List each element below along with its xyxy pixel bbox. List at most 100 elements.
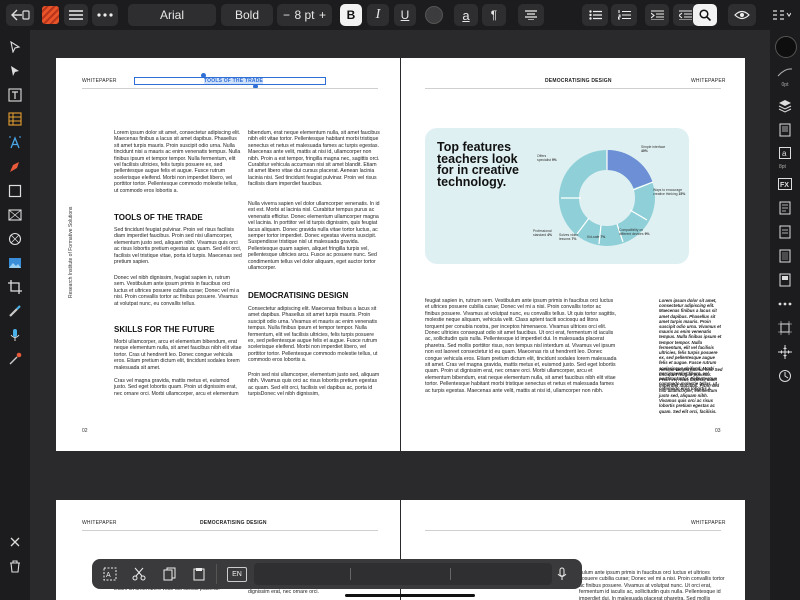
heading-democratising[interactable]: DEMOCRATISING DESIGN <box>248 291 348 300</box>
text-frame-tool[interactable] <box>7 87 23 103</box>
text-styles-panel[interactable] <box>777 200 793 216</box>
header-rule <box>425 88 721 89</box>
bullet-list-button[interactable] <box>582 4 608 26</box>
col1-skills-p2[interactable]: Cras vel magna gravida, mattis metus et,… <box>114 378 242 397</box>
artistic-text-tool[interactable] <box>7 135 23 151</box>
col2-p1[interactable]: bibendum, erat neque elementum nulla, si… <box>248 130 380 188</box>
select-all-button[interactable]: A <box>102 566 118 582</box>
dictation-button[interactable] <box>554 566 570 582</box>
node-tool[interactable] <box>7 63 23 79</box>
italic-button[interactable]: I <box>367 4 389 26</box>
side-quote-2[interactable]: Aenean lacinia lacinia nisi. Sed tincidu… <box>659 367 723 414</box>
page-header-center: DEMOCRATISING DESIGN <box>545 78 612 84</box>
document-canvas[interactable]: WHITEPAPER TOOLS OF THE TRADE Research I… <box>30 30 770 600</box>
increase-size-button[interactable]: + <box>319 8 326 22</box>
paste-button[interactable] <box>191 566 207 582</box>
right-studio-bar: 0pt a 8pt FX <box>770 30 800 600</box>
predictive-text-strip[interactable] <box>254 563 552 585</box>
text-color-button[interactable] <box>424 4 444 26</box>
page-number: 02 <box>82 428 88 434</box>
stroke-width-control[interactable]: 0pt <box>777 64 793 88</box>
history-panel[interactable] <box>777 368 793 384</box>
col1-skills-p1[interactable]: Morbi ullamcorper, arcu et elementum bib… <box>114 339 242 371</box>
left-toolbar <box>0 30 30 600</box>
copy-button[interactable] <box>162 566 178 582</box>
vector-brush-tool[interactable] <box>7 303 23 319</box>
svg-text:a: a <box>782 149 787 158</box>
page-03[interactable]: DEMOCRATISING DESIGN WHITEPAPER Top feat… <box>401 58 745 451</box>
main-body-text[interactable]: feugiat sapien in, rutrum sem. Vestibulu… <box>425 298 617 394</box>
character-panel[interactable]: a 8pt <box>779 146 791 170</box>
col1-tools-p1[interactable]: Sed tincidunt feugiat pulvinar. Proin ve… <box>114 227 242 265</box>
pen-icon <box>10 162 19 172</box>
font-family-field[interactable]: Arial <box>128 4 216 26</box>
more-panels-button[interactable] <box>777 296 793 312</box>
ellipse-frame-tool[interactable] <box>7 231 23 247</box>
paste-icon <box>193 568 205 581</box>
page-header-center: DEMOCRATISING DESIGN <box>200 520 267 526</box>
stock-panel[interactable] <box>777 248 793 264</box>
page-icon <box>779 123 791 137</box>
donut-segment-simple-interface <box>606 149 653 189</box>
snapping-panel[interactable] <box>777 344 793 360</box>
voice-tool[interactable] <box>7 327 23 343</box>
copy-icon <box>163 567 176 581</box>
pen-tool[interactable] <box>7 159 23 175</box>
language-button[interactable]: EN <box>227 567 247 582</box>
decrease-size-button[interactable]: − <box>283 8 290 22</box>
body-text[interactable]: bulum ante ipsum primis in faucibus orci… <box>579 570 729 600</box>
font-size-stepper[interactable]: − 8 pt + <box>277 4 332 26</box>
more-button[interactable] <box>92 4 118 26</box>
grid-menu-button[interactable] <box>765 4 797 26</box>
navigator-panel[interactable] <box>777 272 793 288</box>
delete-button[interactable] <box>7 558 23 574</box>
numbered-list-button[interactable] <box>611 4 637 26</box>
col2-p3[interactable]: Consectetur adipiscing elit. Maecenas fi… <box>248 306 380 364</box>
font-style-field[interactable]: Bold <box>221 4 273 26</box>
col2-p4[interactable]: Proin sed nisi ullamcorper, elementum ju… <box>248 372 380 398</box>
text-style-button[interactable]: a <box>454 4 478 26</box>
back-button[interactable] <box>6 4 34 26</box>
close-panel-button[interactable] <box>7 534 23 550</box>
fill-color-well[interactable] <box>775 36 797 58</box>
cut-button[interactable] <box>131 566 147 582</box>
layers-panel[interactable] <box>777 98 793 114</box>
crop-tool[interactable] <box>7 279 23 295</box>
heading-tools[interactable]: TOOLS OF THE TRADE <box>114 213 203 222</box>
rectangle-tool[interactable] <box>7 183 23 199</box>
effects-panel[interactable]: FX <box>777 176 793 192</box>
picture-frame-icon <box>8 209 22 221</box>
place-image-tool[interactable] <box>7 255 23 271</box>
align-center-button[interactable] <box>518 4 544 26</box>
table-tool[interactable] <box>7 111 23 127</box>
rectangle-icon <box>8 184 22 198</box>
stroke-icon <box>777 68 793 77</box>
menu-button[interactable] <box>64 4 88 26</box>
view-mode-button[interactable] <box>728 4 756 26</box>
pages-panel[interactable] <box>777 122 793 138</box>
move-tool[interactable] <box>7 39 23 55</box>
heading-skills[interactable]: SKILLS FOR THE FUTURE <box>114 325 214 334</box>
text-frame-panel[interactable] <box>777 224 793 240</box>
selection-handle-start[interactable] <box>201 73 206 78</box>
color-picker-tool[interactable] <box>7 351 23 367</box>
col1-intro[interactable]: Lorem ipsum dolor sit amet, consectetur … <box>114 130 242 194</box>
picture-frame-tool[interactable] <box>7 207 23 223</box>
paragraph-button[interactable]: ¶ <box>482 4 506 26</box>
col1-tools-p2[interactable]: Donec vel nibh dignissim, feugiat sapien… <box>114 275 242 307</box>
align-center-icon <box>525 10 537 20</box>
app-logo-icon[interactable] <box>42 6 59 24</box>
infographic-panel[interactable]: Top features teachers look for in creati… <box>425 128 689 264</box>
page-header-right: WHITEPAPER <box>691 78 726 84</box>
transform-panel[interactable] <box>777 320 793 336</box>
bold-button[interactable]: B <box>340 4 362 26</box>
indent-button[interactable] <box>645 4 669 26</box>
font-size-value: 8 pt <box>294 8 315 22</box>
label-creative-thinking: Ways to encourage creative thinking 15% <box>653 188 686 196</box>
header-rule <box>82 530 378 531</box>
search-button[interactable] <box>693 4 717 26</box>
ellipsis-icon <box>778 302 792 306</box>
page-02[interactable]: WHITEPAPER TOOLS OF THE TRADE Research I… <box>56 58 400 451</box>
underline-button[interactable]: U <box>394 4 416 26</box>
col2-p2[interactable]: Nulla viverra sapien vel dolor ullamcorp… <box>248 201 380 271</box>
